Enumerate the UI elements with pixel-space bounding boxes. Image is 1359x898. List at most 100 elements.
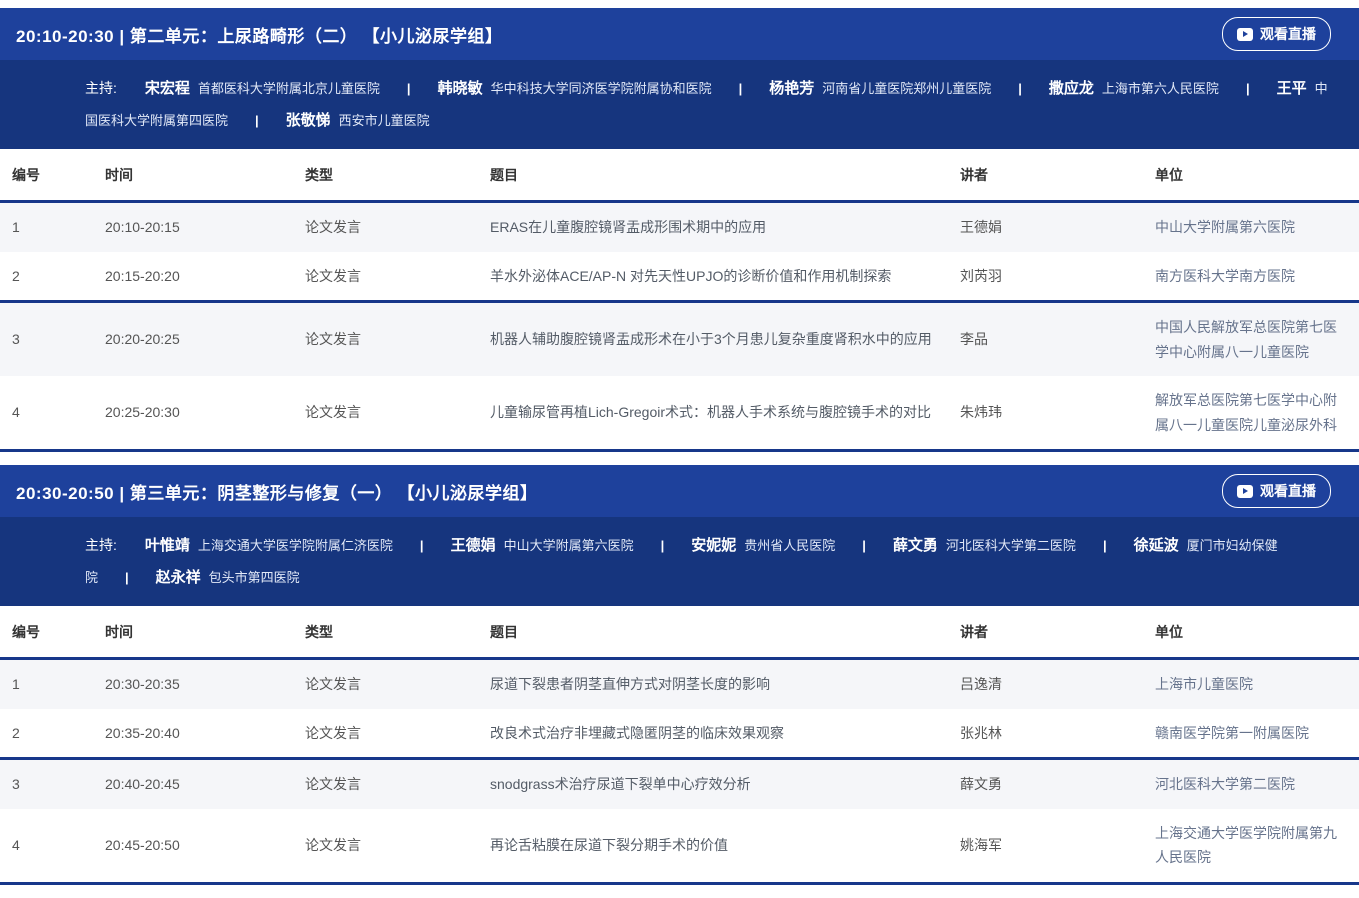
session-block-1: 20:10-20:30 | 第二单元：上尿路畸形（二） 【小儿泌尿学组】 观看直… [0,8,1359,452]
chair: 张敬悌西安市儿童医院 [286,113,430,128]
cell-number: 2 [0,252,93,302]
table-header-row: 编号 时间 类型 题目 讲者 单位 [0,606,1359,659]
chair-name: 撒应龙 [1049,80,1094,97]
table-row: 3 20:40-20:45 论文发言 snodgrass术治疗尿道下裂单中心疗效… [0,759,1359,809]
session-title: 20:30-20:50 | 第三单元：阴茎整形与修复（一） 【小儿泌尿学组】 [16,479,538,504]
session-block-2: 20:30-20:50 | 第三单元：阴茎整形与修复（一） 【小儿泌尿学组】 观… [0,465,1359,885]
column-header-time: 时间 [93,149,293,202]
chair-org: 贵州省人民医院 [744,538,835,553]
table-row: 2 20:35-20:40 论文发言 改良术式治疗非埋藏式隐匿阴茎的临床效果观察… [0,709,1359,759]
column-header-title: 题目 [478,149,948,202]
table-row: 4 20:25-20:30 论文发言 儿童输尿管再植Lich-Gregoir术式… [0,376,1359,451]
live-button-label: 观看直播 [1260,481,1316,501]
chair-name: 宋宏程 [145,80,190,97]
chair-separator: | [739,81,743,96]
cell-org: 河北医科大学第二医院 [1143,759,1359,809]
chair-name: 赵永祥 [156,569,201,586]
table-header-row: 编号 时间 类型 题目 讲者 单位 [0,149,1359,202]
chair: 宋宏程首都医科大学附属北京儿童医院 [145,81,380,96]
chair: 杨艳芳河南省儿童医院郑州儿童医院 [769,81,991,96]
chair-separator: | [420,538,424,553]
cell-type: 论文发言 [293,202,478,252]
column-header-type: 类型 [293,606,478,659]
chair-org: 中山大学附属第六医院 [504,538,634,553]
schedule-table: 编号 时间 类型 题目 讲者 单位 1 20:30-20:35 论文发言 尿道下… [0,606,1359,885]
cell-type: 论文发言 [293,809,478,884]
chair-name: 王平 [1277,80,1307,97]
chair-org: 华中科技大学同济医学院附属协和医院 [491,81,712,96]
cell-type: 论文发言 [293,302,478,377]
cell-speaker: 吕逸清 [948,659,1143,709]
cell-org: 上海交通大学医学院附属第九人民医院 [1143,809,1359,884]
chair-separator: | [255,113,259,128]
column-header-org: 单位 [1143,149,1359,202]
chair-org: 河南省儿童医院郑州儿童医院 [822,81,991,96]
chair-org: 河北医科大学第二医院 [946,538,1076,553]
cell-title: 再论舌粘膜在尿道下裂分期手术的价值 [478,809,948,884]
column-header-speaker: 讲者 [948,149,1143,202]
cell-title: 羊水外泌体ACE/AP-N 对先天性UPJO的诊断价值和作用机制探索 [478,252,948,302]
cell-number: 2 [0,709,93,759]
cell-speaker: 王德娟 [948,202,1143,252]
cell-org: 解放军总医院第七医学中心附属八一儿童医院儿童泌尿外科 [1143,376,1359,451]
chair-name: 薛文勇 [893,537,938,554]
cell-org: 中国人民解放军总医院第七医学中心附属八一儿童医院 [1143,302,1359,377]
chair-name: 韩晓敏 [438,80,483,97]
chair: 撒应龙上海市第六人民医院 [1049,81,1219,96]
chair-org: 西安市儿童医院 [339,113,430,128]
cell-number: 4 [0,376,93,451]
cell-number: 3 [0,302,93,377]
schedule-table: 编号 时间 类型 题目 讲者 单位 1 20:10-20:15 论文发言 ERA… [0,149,1359,452]
cell-speaker: 李品 [948,302,1143,377]
column-header-title: 题目 [478,606,948,659]
table-row: 4 20:45-20:50 论文发言 再论舌粘膜在尿道下裂分期手术的价值 姚海军… [0,809,1359,884]
cell-type: 论文发言 [293,376,478,451]
chair-separator: | [862,538,866,553]
chair-org: 上海交通大学医学院附属仁济医院 [198,538,393,553]
table-row: 3 20:20-20:25 论文发言 机器人辅助腹腔镜肾盂成形术在小于3个月患儿… [0,302,1359,377]
cell-org: 上海市儿童医院 [1143,659,1359,709]
chair: 韩晓敏华中科技大学同济医学院附属协和医院 [438,81,712,96]
cell-number: 1 [0,202,93,252]
watch-live-button[interactable]: 观看直播 [1222,17,1331,51]
chairs-bar: 主持: 宋宏程首都医科大学附属北京儿童医院 | 韩晓敏华中科技大学同济医学院附属协和医… [0,60,1359,149]
chairs-label: 主持: [85,537,117,553]
cell-speaker: 张兆林 [948,709,1143,759]
cell-org: 中山大学附属第六医院 [1143,202,1359,252]
table-row: 1 20:10-20:15 论文发言 ERAS在儿童腹腔镜肾盂成形围术期中的应用… [0,202,1359,252]
cell-speaker: 姚海军 [948,809,1143,884]
chair-org: 包头市第四医院 [209,570,300,585]
chair: 薛文勇河北医科大学第二医院 [893,538,1076,553]
session-title: 20:10-20:30 | 第二单元：上尿路畸形（二） 【小儿泌尿学组】 [16,22,503,47]
cell-time: 20:10-20:15 [93,202,293,252]
column-header-number: 编号 [0,149,93,202]
cell-time: 20:20-20:25 [93,302,293,377]
cell-title: ERAS在儿童腹腔镜肾盂成形围术期中的应用 [478,202,948,252]
chair-separator: | [1103,538,1107,553]
chair-name: 安妮妮 [691,537,736,554]
cell-title: 儿童输尿管再植Lich-Gregoir术式：机器人手术系统与腹腔镜手术的对比 [478,376,948,451]
cell-time: 20:45-20:50 [93,809,293,884]
watch-live-button[interactable]: 观看直播 [1222,474,1331,508]
column-header-time: 时间 [93,606,293,659]
chair: 赵永祥包头市第四医院 [156,570,300,585]
chair-org: 上海市第六人民医院 [1102,81,1219,96]
play-icon [1237,28,1253,41]
chair-separator: | [125,570,129,585]
cell-number: 1 [0,659,93,709]
cell-time: 20:30-20:35 [93,659,293,709]
chair-name: 徐延波 [1134,537,1179,554]
chair-separator: | [407,81,411,96]
table-row: 2 20:15-20:20 论文发言 羊水外泌体ACE/AP-N 对先天性UPJ… [0,252,1359,302]
column-header-org: 单位 [1143,606,1359,659]
cell-type: 论文发言 [293,709,478,759]
table-row: 1 20:30-20:35 论文发言 尿道下裂患者阴茎直伸方式对阴茎长度的影响 … [0,659,1359,709]
cell-title: 机器人辅助腹腔镜肾盂成形术在小于3个月患儿复杂重度肾积水中的应用 [478,302,948,377]
chair-name: 张敬悌 [286,112,331,129]
cell-type: 论文发言 [293,759,478,809]
chairs-label: 主持: [85,80,117,96]
cell-number: 3 [0,759,93,809]
column-header-number: 编号 [0,606,93,659]
cell-speaker: 薛文勇 [948,759,1143,809]
cell-title: snodgrass术治疗尿道下裂单中心疗效分析 [478,759,948,809]
